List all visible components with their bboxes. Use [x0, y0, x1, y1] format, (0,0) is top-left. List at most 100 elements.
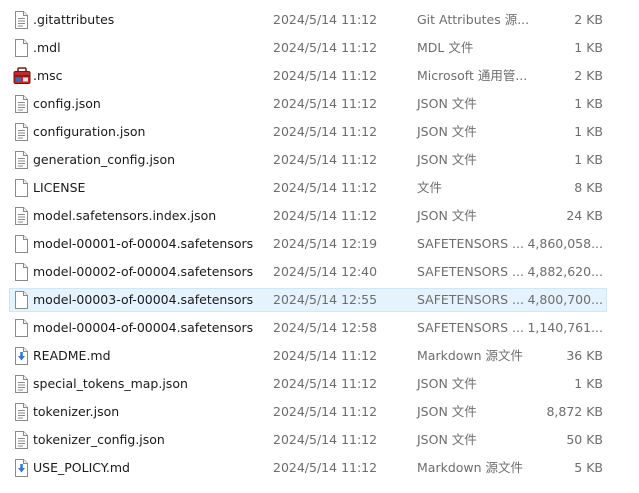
- doc-icon: [13, 207, 29, 225]
- file-size: 36 KB: [566, 348, 603, 363]
- file-row[interactable]: README.md 2024/5/14 11:12 Markdown 源文件 36 K…: [0, 342, 639, 370]
- file-type: JSON 文件: [417, 96, 477, 111]
- file-type: 文件: [417, 180, 443, 195]
- toolbox-icon: [13, 67, 31, 85]
- blank-file-icon: [13, 291, 29, 309]
- file-size: 4,882,620...: [527, 264, 603, 279]
- file-type: Microsoft 通用管...: [417, 68, 528, 83]
- file-type: JSON 文件: [417, 376, 477, 391]
- file-date-modified: 2024/5/14 11:12: [273, 432, 378, 447]
- file-size: 1,140,761...: [527, 320, 603, 335]
- file-date-modified: 2024/5/14 11:12: [273, 152, 378, 167]
- doc-icon: [13, 95, 29, 113]
- file-row[interactable]: special_tokens_map.json 2024/5/14 11:12 JS…: [0, 370, 639, 398]
- file-row[interactable]: LICENSE 2024/5/14 11:12 文件 8 KB: [0, 174, 639, 202]
- file-size: 8 KB: [574, 180, 603, 195]
- file-type: SAFETENSORS ...: [417, 236, 524, 251]
- file-size: 2 KB: [574, 12, 603, 27]
- file-name: .mdl: [33, 40, 61, 55]
- file-type: Git Attributes 源...: [417, 12, 530, 27]
- file-name: special_tokens_map.json: [33, 376, 188, 391]
- file-name: model-00002-of-00004.safetensors: [33, 264, 254, 279]
- doc-icon: [13, 403, 29, 421]
- file-date-modified: 2024/5/14 11:12: [273, 40, 378, 55]
- file-type: JSON 文件: [417, 208, 477, 223]
- doc-icon: [13, 11, 29, 29]
- file-row[interactable]: model-00001-of-00004.safetensors 2024/5/1…: [0, 230, 639, 258]
- file-date-modified: 2024/5/14 11:12: [273, 12, 378, 27]
- file-row[interactable]: model.safetensors.index.json 2024/5/14 11…: [0, 202, 639, 230]
- file-date-modified: 2024/5/14 11:12: [273, 348, 378, 363]
- file-date-modified: 2024/5/14 11:12: [273, 376, 378, 391]
- file-name: configuration.json: [33, 124, 146, 139]
- file-size: 1 KB: [574, 96, 603, 111]
- file-name: model-00004-of-00004.safetensors: [33, 320, 254, 335]
- file-row[interactable]: tokenizer.json 2024/5/14 11:12 JSON 文件 8,87…: [0, 398, 639, 426]
- file-date-modified: 2024/5/14 11:12: [273, 68, 378, 83]
- file-type: Markdown 源文件: [417, 460, 524, 475]
- file-row[interactable]: model-00004-of-00004.safetensors 2024/5/1…: [0, 314, 639, 342]
- file-size: 8,872 KB: [546, 404, 603, 419]
- doc-icon: [13, 151, 29, 169]
- file-type: JSON 文件: [417, 152, 477, 167]
- file-row[interactable]: model-00002-of-00004.safetensors 2024/5/1…: [0, 258, 639, 286]
- file-size: 1 KB: [574, 40, 603, 55]
- file-name: model.safetensors.index.json: [33, 208, 217, 223]
- file-size: 24 KB: [566, 208, 603, 223]
- file-row[interactable]: model-00003-of-00004.safetensors 2024/5/1…: [0, 286, 639, 314]
- file-row[interactable]: config.json 2024/5/14 11:12 JSON 文件 1 KB: [0, 90, 639, 118]
- file-type: MDL 文件: [417, 40, 474, 55]
- file-list: .gitattributes 2024/5/14 11:12 Git Attribu…: [0, 6, 639, 482]
- file-row[interactable]: generation_config.json 2024/5/14 11:12 JSO…: [0, 146, 639, 174]
- markdown-file-icon: [13, 459, 29, 477]
- file-type: JSON 文件: [417, 404, 477, 419]
- file-name: model-00001-of-00004.safetensors: [33, 236, 254, 251]
- file-name: tokenizer_config.json: [33, 432, 165, 447]
- file-row[interactable]: .mdl 2024/5/14 11:12 MDL 文件 1 KB: [0, 34, 639, 62]
- file-name: USE_POLICY.md: [33, 460, 130, 475]
- file-name: LICENSE: [33, 180, 86, 195]
- file-type: SAFETENSORS ...: [417, 264, 524, 279]
- file-name: model-00003-of-00004.safetensors: [33, 292, 254, 307]
- file-date-modified: 2024/5/14 11:12: [273, 460, 378, 475]
- markdown-file-icon: [13, 347, 29, 365]
- blank-file-icon: [13, 179, 29, 197]
- file-size: 2 KB: [574, 68, 603, 83]
- file-size: 1 KB: [574, 152, 603, 167]
- blank-file-icon: [13, 39, 29, 57]
- file-date-modified: 2024/5/14 11:12: [273, 96, 378, 111]
- doc-icon: [13, 123, 29, 141]
- file-name: .msc: [33, 68, 63, 83]
- file-date-modified: 2024/5/14 12:19: [273, 236, 378, 251]
- file-row[interactable]: configuration.json 2024/5/14 11:12 JSON 文件…: [0, 118, 639, 146]
- file-size: 4,860,058...: [527, 236, 603, 251]
- file-type: JSON 文件: [417, 432, 477, 447]
- file-row[interactable]: .gitattributes 2024/5/14 11:12 Git Attribu…: [0, 6, 639, 34]
- file-type: SAFETENSORS ...: [417, 292, 524, 307]
- file-date-modified: 2024/5/14 11:12: [273, 208, 378, 223]
- blank-file-icon: [13, 263, 29, 281]
- file-size: 1 KB: [574, 124, 603, 139]
- file-row[interactable]: tokenizer_config.json 2024/5/14 11:12 JSON…: [0, 426, 639, 454]
- file-row[interactable]: USE_POLICY.md 2024/5/14 11:12 Markdown 源文件…: [0, 454, 639, 482]
- file-row[interactable]: .msc 2024/5/14 11:12 Microsoft 通用管... 2 KB: [0, 62, 639, 90]
- file-date-modified: 2024/5/14 11:12: [273, 180, 378, 195]
- file-size: 1 KB: [574, 376, 603, 391]
- file-size: 50 KB: [566, 432, 603, 447]
- file-type: Markdown 源文件: [417, 348, 524, 363]
- doc-icon: [13, 375, 29, 393]
- blank-file-icon: [13, 319, 29, 337]
- file-size: 5 KB: [574, 460, 603, 475]
- file-name: generation_config.json: [33, 152, 176, 167]
- file-name: .gitattributes: [33, 12, 115, 27]
- file-name: config.json: [33, 96, 101, 111]
- doc-icon: [13, 431, 29, 449]
- file-date-modified: 2024/5/14 12:58: [273, 320, 378, 335]
- file-name: tokenizer.json: [33, 404, 120, 419]
- blank-file-icon: [13, 235, 29, 253]
- file-type: SAFETENSORS ...: [417, 320, 524, 335]
- file-type: JSON 文件: [417, 124, 477, 139]
- file-date-modified: 2024/5/14 11:12: [273, 404, 378, 419]
- file-name: README.md: [33, 348, 111, 363]
- file-date-modified: 2024/5/14 11:12: [273, 124, 378, 139]
